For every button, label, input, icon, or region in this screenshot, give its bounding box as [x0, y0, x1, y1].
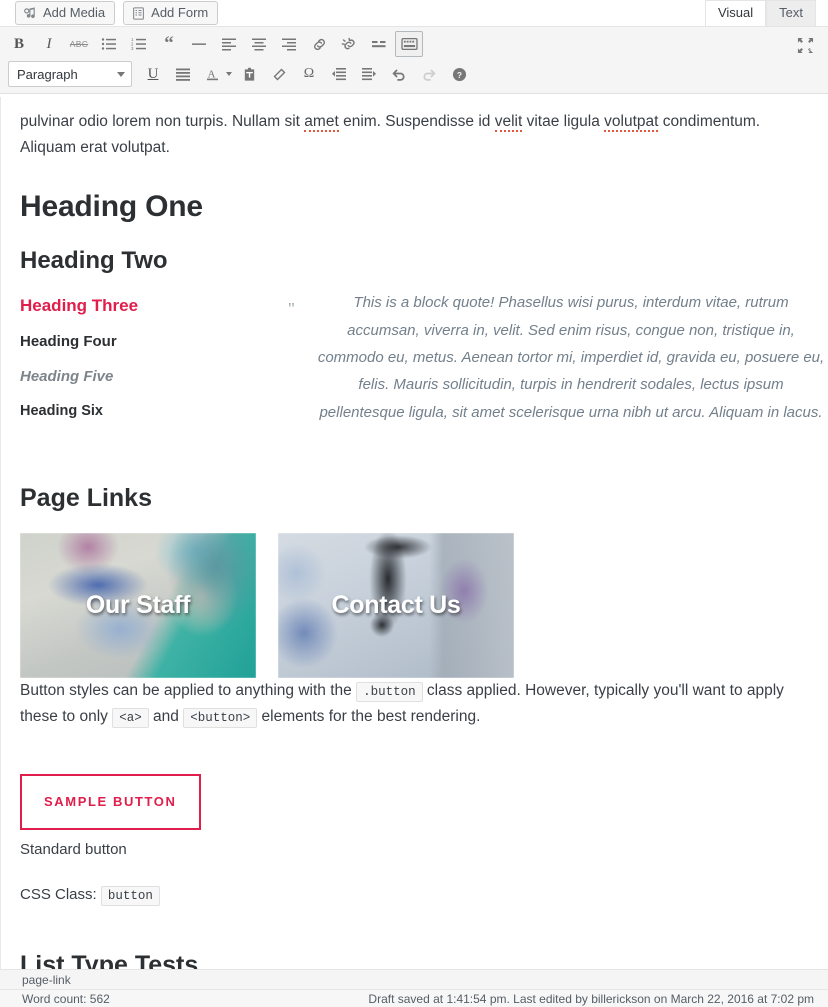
fullscreen-icon[interactable]	[791, 32, 819, 58]
blockquote: " This is a block quote! Phasellus wisi …	[286, 289, 826, 426]
contact-us-label: Contact Us	[331, 591, 461, 620]
heading-two: Heading Two	[20, 247, 168, 275]
tab-text-label: Text	[779, 5, 803, 20]
add-form-button[interactable]: Add Form	[123, 1, 219, 25]
quote-mark-icon: "	[288, 299, 295, 319]
page-link-tile-contact-us[interactable]: Contact Us	[278, 532, 514, 678]
align-center-icon[interactable]	[245, 31, 273, 57]
headings-and-quote-block: Heading One Heading Two Heading Three He…	[20, 189, 824, 421]
text-color-chevron-icon[interactable]	[226, 72, 232, 76]
toolbar-toggle-icon[interactable]	[395, 31, 423, 57]
chevron-down-icon	[117, 71, 125, 77]
heading-one: Heading One	[20, 190, 203, 224]
justify-icon[interactable]	[169, 61, 197, 87]
element-path-bar: page-link	[0, 969, 828, 989]
add-media-label: Add Media	[43, 5, 106, 20]
keyboard-shortcuts-icon[interactable]: ?	[445, 61, 473, 87]
post-body[interactable]: pulvinar odio lorem non turpis. Nullam s…	[1, 97, 828, 969]
editor-content-area[interactable]: pulvinar odio lorem non turpis. Nullam s…	[0, 97, 828, 969]
italic-icon[interactable]: I	[35, 31, 63, 57]
form-icon	[131, 6, 146, 21]
intro-text-3: vitae ligula	[522, 113, 605, 130]
media-buttons-bar: Add Media Add Form Visual Text	[0, 0, 828, 26]
list-type-tests-heading: List Type Tests	[20, 950, 199, 969]
horizontal-rule-icon[interactable]	[185, 31, 213, 57]
tab-visual-label: Visual	[717, 5, 754, 20]
bulleted-list-icon[interactable]	[95, 31, 123, 57]
text-color-icon[interactable]: A	[199, 61, 227, 87]
read-more-icon[interactable]	[365, 31, 393, 57]
css-class-label: CSS Class:	[20, 885, 101, 903]
code-anchor-tag: <a>	[112, 707, 149, 728]
numbered-list-icon[interactable]: 1 2 3	[125, 31, 153, 57]
css-class-value: button	[100, 885, 160, 906]
paste-as-text-icon[interactable]	[235, 61, 263, 87]
add-form-label: Add Form	[151, 5, 209, 20]
underline-icon[interactable]: U	[139, 61, 167, 87]
misspelled-volutpat: volutpat	[604, 113, 659, 132]
status-bar: Word count: 562 Draft saved at 1:41:54 p…	[0, 989, 828, 1007]
button-styles-paragraph: Button styles can be applied to anything…	[20, 678, 810, 730]
toolbar-row-2: Paragraph U A Ω ?	[0, 59, 828, 89]
button-note-part1: Button styles can be applied to anything…	[20, 681, 357, 699]
sample-button[interactable]: Sample Button	[20, 773, 201, 830]
blockquote-icon[interactable]: “	[155, 31, 183, 57]
page-link-tile-our-staff[interactable]: Our Staff	[20, 532, 256, 678]
css-class-line: CSS Class: button	[20, 881, 810, 908]
svg-text:?: ?	[456, 69, 461, 79]
strikethrough-icon[interactable]: ABC	[65, 31, 93, 57]
media-icon	[23, 6, 38, 21]
outdent-icon[interactable]	[325, 61, 353, 87]
blockquote-text: This is a block quote! Phasellus wisi pu…	[317, 294, 825, 421]
redo-icon[interactable]	[415, 61, 443, 87]
editor-mode-tabs: Visual Text	[704, 0, 816, 26]
our-staff-label: Our Staff	[85, 591, 191, 620]
indent-icon[interactable]	[355, 61, 383, 87]
tab-visual[interactable]: Visual	[704, 0, 767, 26]
page-links-heading: Page Links	[20, 483, 152, 512]
bold-icon[interactable]: B	[5, 31, 33, 57]
tab-text[interactable]: Text	[766, 0, 816, 26]
standard-button-caption: Standard button	[20, 840, 127, 858]
toolbar-row-1: B I ABC 1 2 3 “	[0, 29, 828, 59]
add-media-button[interactable]: Add Media	[15, 1, 116, 25]
insert-link-icon[interactable]	[305, 31, 333, 57]
wordpress-editor: Add Media Add Form Visual Text B I ABC 1…	[0, 0, 828, 1007]
formatting-toolbar: B I ABC 1 2 3 “ Paragraph U A Ω ?	[0, 26, 828, 94]
intro-text-2: enim. Suspendisse id	[338, 113, 495, 130]
page-link-tiles: Our Staff Contact Us	[20, 532, 810, 678]
special-character-icon[interactable]: Ω	[295, 61, 323, 87]
element-path[interactable]: page-link	[22, 973, 71, 987]
remove-link-icon[interactable]	[335, 31, 363, 57]
code-button-tag: <button>	[183, 707, 258, 728]
paragraph-format-select[interactable]: Paragraph	[8, 61, 132, 87]
code-dot-button: .button	[356, 681, 423, 702]
align-left-icon[interactable]	[215, 31, 243, 57]
save-status: Draft saved at 1:41:54 pm. Last edited b…	[368, 991, 814, 1006]
clear-formatting-icon[interactable]	[265, 61, 293, 87]
word-count: Word count: 562	[22, 991, 110, 1006]
svg-text:3: 3	[131, 46, 134, 51]
paragraph-format-value: Paragraph	[17, 66, 78, 82]
align-right-icon[interactable]	[275, 31, 303, 57]
misspelled-velit: velit	[494, 113, 523, 132]
button-note-part4: elements for the best rendering.	[257, 707, 481, 725]
misspelled-amet: amet	[304, 113, 339, 132]
undo-icon[interactable]	[385, 61, 413, 87]
intro-text-1: pulvinar odio lorem non turpis. Nullam s…	[20, 113, 305, 130]
button-note-part3: and	[148, 707, 184, 725]
intro-paragraph: pulvinar odio lorem non turpis. Nullam s…	[20, 109, 810, 161]
